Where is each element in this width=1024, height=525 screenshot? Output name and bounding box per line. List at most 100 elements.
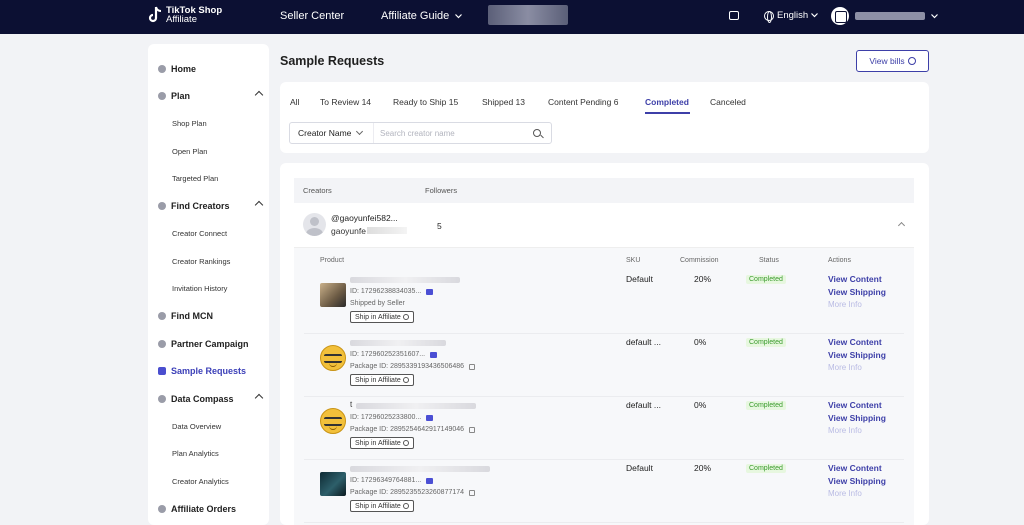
nav-affiliate-guide-label: Affiliate Guide (381, 10, 450, 22)
language-label: English (777, 10, 809, 21)
sidebar-item-label: Partner Campaign (171, 339, 249, 349)
table-row: ID: 17296238834035... Shipped by Seller … (304, 272, 904, 334)
view-content-link[interactable]: View Content (828, 400, 882, 410)
sidebar-item-shop-plan[interactable]: Shop Plan (172, 119, 207, 128)
view-content-link[interactable]: View Content (828, 463, 882, 473)
view-shipping-link[interactable]: View Shipping (828, 476, 886, 486)
chevron-up-icon[interactable] (897, 221, 906, 230)
sidebar-item-sample-requests[interactable]: Sample Requests (158, 366, 262, 376)
copy-icon[interactable] (469, 426, 476, 433)
sidebar-item-find-mcn[interactable]: Find MCN (158, 311, 262, 321)
tab-ready-to-ship[interactable]: Ready to Ship 15 (393, 97, 458, 107)
sidebar-item-label: Find Creators (171, 201, 230, 211)
ship-in-affiliate-badge[interactable]: Ship in Affiliate (350, 311, 414, 323)
commission-value: 20% (694, 274, 712, 284)
top-bar: TikTok Shop Affiliate Seller Center Affi… (0, 0, 1024, 34)
search-icon[interactable] (533, 129, 541, 137)
view-content-link[interactable]: View Content (828, 274, 882, 284)
tab-canceled[interactable]: Canceled (710, 97, 746, 107)
tab-content-pending[interactable]: Content Pending 6 (548, 97, 618, 107)
sidebar-item-invitation-history[interactable]: Invitation History (172, 284, 227, 293)
ship-label: Ship in Affiliate (355, 439, 401, 447)
tab-all[interactable]: All (290, 97, 299, 107)
mcn-icon (158, 312, 166, 320)
language-selector[interactable]: English (764, 10, 819, 23)
view-shipping-link[interactable]: View Shipping (828, 287, 886, 297)
view-shipping-link[interactable]: View Shipping (828, 413, 886, 423)
chat-icon[interactable] (426, 414, 434, 421)
table-row: ID: 17296025235160​7... Package ID: 2895… (304, 335, 904, 397)
more-info-link[interactable]: More Info (828, 426, 862, 435)
copy-icon[interactable] (469, 489, 476, 496)
view-shipping-link[interactable]: View Shipping (828, 350, 886, 360)
creator-handle[interactable]: @gaoyunfei582... (331, 213, 398, 223)
message-icon[interactable] (729, 11, 739, 20)
chat-icon[interactable] (430, 351, 438, 358)
active-tab-indicator (645, 112, 690, 114)
sample-requests-table: Creators Followers @gaoyunfei582... gaoy… (280, 163, 929, 525)
view-bills-label: View bills (869, 56, 905, 66)
sidebar-item-data-compass[interactable]: Data Compass (158, 393, 264, 404)
nav-affiliate-guide[interactable]: Affiliate Guide (381, 10, 463, 22)
help-icon (402, 440, 409, 446)
tab-to-review[interactable]: To Review 14 (320, 97, 371, 107)
orders-icon (158, 505, 166, 513)
status-badge: Completed (746, 401, 786, 410)
chevron-down-icon (931, 13, 938, 18)
page-title: Sample Requests (280, 54, 385, 68)
store-account-menu[interactable] (831, 7, 938, 25)
sku-value: Default (626, 463, 653, 473)
tab-shipped[interactable]: Shipped 13 (482, 97, 525, 107)
shipping-note: Shipped by Seller (350, 300, 405, 307)
sidebar-item-home[interactable]: Home (158, 64, 262, 74)
ship-in-affiliate-badge[interactable]: Ship in Affiliate (350, 374, 414, 386)
commission-value: 0% (694, 400, 707, 410)
sidebar-item-partner-campaign[interactable]: Partner Campaign (158, 339, 262, 349)
sidebar-item-creator-analytics[interactable]: Creator Analytics (172, 477, 229, 486)
chat-icon[interactable] (426, 477, 434, 484)
view-content-link[interactable]: View Content (828, 337, 882, 347)
product-id: ID: 17296025235160​7... (350, 351, 426, 358)
view-bills-button[interactable]: View bills (856, 50, 929, 72)
column-commission: Commission (680, 257, 719, 264)
more-info-link[interactable]: More Info (828, 363, 862, 372)
package-id: Package ID: 2895235523260877174 (350, 489, 465, 496)
ship-label: Ship in Affiliate (355, 376, 401, 384)
search-input[interactable] (374, 128, 533, 138)
ship-in-affiliate-badge[interactable]: Ship in Affiliate (350, 500, 414, 512)
redacted-product-title (350, 466, 490, 472)
sidebar-item-targeted-plan[interactable]: Targeted Plan (172, 174, 218, 183)
chat-icon[interactable] (426, 288, 434, 295)
creator-row[interactable]: @gaoyunfei582... gaoyunfe 5 (294, 203, 914, 248)
more-info-link[interactable]: More Info (828, 489, 862, 498)
nav-seller-center[interactable]: Seller Center (280, 10, 344, 22)
sidebar-item-creator-connect[interactable]: Creator Connect (172, 229, 227, 238)
commission-value: 0% (694, 337, 707, 347)
sidebar-item-find-creators[interactable]: Find Creators (158, 200, 264, 211)
more-info-link[interactable]: More Info (828, 300, 862, 309)
home-icon (158, 65, 166, 73)
sidebar-item-plan[interactable]: Plan (158, 90, 264, 101)
package-id: Package ID: 2895254642917149046 (350, 426, 465, 433)
column-creators: Creators (303, 186, 332, 195)
sidebar-item-creator-rankings[interactable]: Creator Rankings (172, 257, 230, 266)
subtable-header: Product SKU Commission Status Actions (294, 248, 914, 266)
product-thumbnail (320, 283, 346, 307)
sidebar-item-affiliate-orders[interactable]: Affiliate Orders (158, 504, 262, 514)
column-status: Status (759, 257, 779, 264)
ship-in-affiliate-badge[interactable]: Ship in Affiliate (350, 437, 414, 449)
sidebar-item-data-overview[interactable]: Data Overview (172, 422, 221, 431)
chevron-down-icon (455, 13, 463, 18)
sidebar-item-label: Find MCN (171, 311, 213, 321)
product-thumbnail (320, 345, 346, 371)
search-field-select[interactable]: Creator Name (290, 123, 374, 143)
package-id: Package ID: 2895339193436506486 (350, 363, 465, 370)
tiktok-shop-logo[interactable]: TikTok Shop Affiliate (148, 6, 222, 24)
sidebar-item-plan-analytics[interactable]: Plan Analytics (172, 449, 219, 458)
redacted-store-name (855, 12, 925, 20)
sidebar-item-open-plan[interactable]: Open Plan (172, 147, 207, 156)
tab-completed[interactable]: Completed (645, 97, 689, 107)
globe-icon (764, 10, 774, 23)
chevron-up-icon (254, 393, 264, 403)
copy-icon[interactable] (469, 363, 476, 370)
